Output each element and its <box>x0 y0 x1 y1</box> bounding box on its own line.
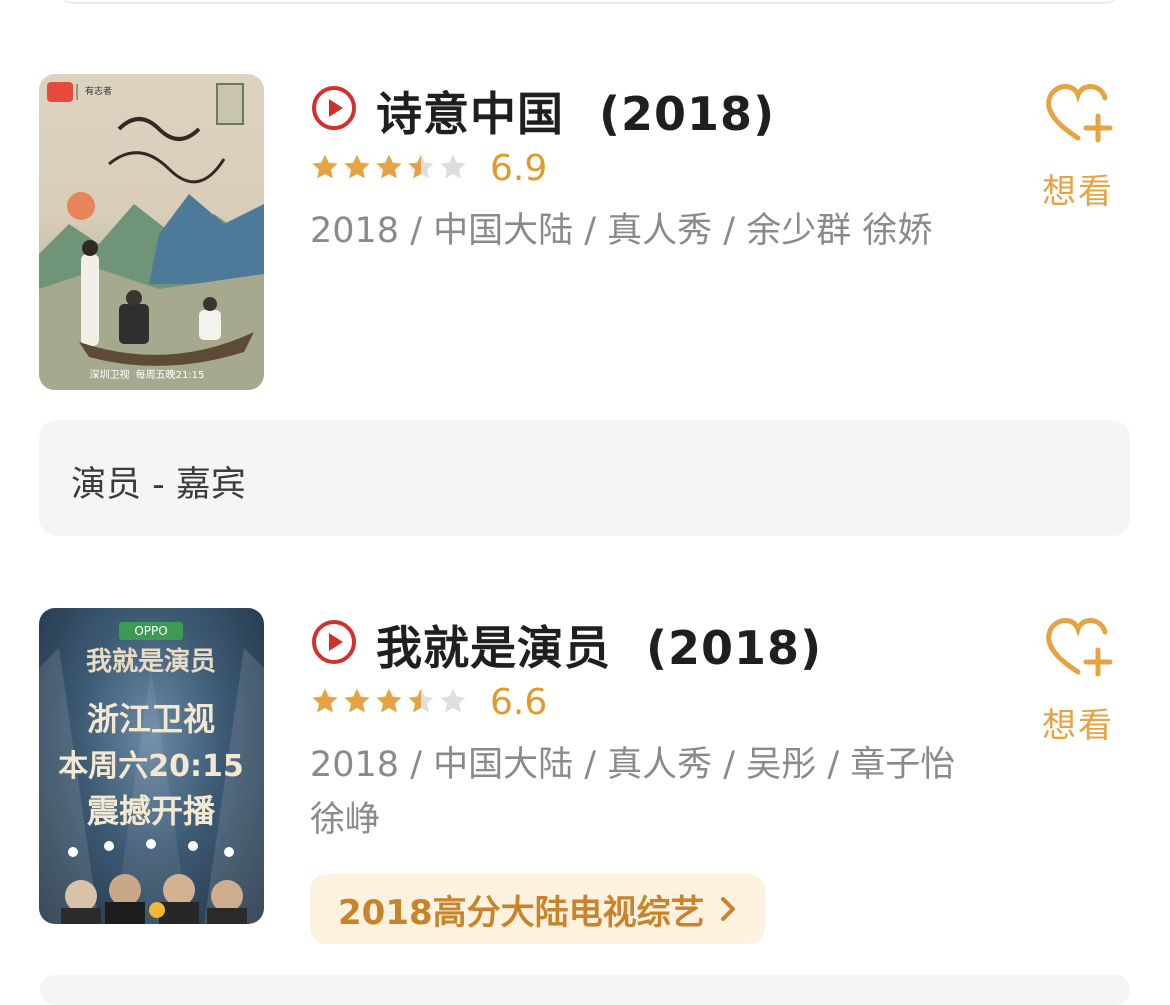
previous-card-edge <box>60 0 1118 4</box>
title-text[interactable]: 我就是演员 <box>376 621 611 675</box>
half-star-icon <box>408 688 434 713</box>
role-info-strip: 演员 - 嘉宾 <box>39 420 1130 536</box>
poster-artwork: 有志者 深圳卫视 每周五晚21:15 <box>39 82 264 390</box>
list-item[interactable]: OPPO 我就是演员 浙江卫视 本周六20:15 震撼开播 我就是演员 (201… <box>0 608 1170 944</box>
chevron-right-icon <box>720 897 735 921</box>
poster-brand-text: OPPO <box>134 624 167 638</box>
poster-artwork: OPPO 我就是演员 浙江卫视 本周六20:15 震撼开播 <box>39 622 264 924</box>
play-circle-icon[interactable] <box>310 84 358 132</box>
heart-plus-icon <box>1046 618 1113 677</box>
poster-image[interactable]: OPPO 我就是演员 浙江卫视 本周六20:15 震撼开播 <box>39 608 264 924</box>
rating-score: 6.6 <box>490 682 548 723</box>
star-icon <box>376 154 402 179</box>
star-icon <box>344 688 370 713</box>
poster-schedule-text: 深圳卫视 每周五晚21:15 <box>90 368 205 381</box>
role-label: 演员 - 嘉宾 <box>71 465 246 505</box>
poster-image[interactable]: 有志者 深圳卫视 每周五晚21:15 <box>39 74 264 390</box>
poster-channel-text: 浙江卫视 <box>87 700 215 738</box>
poster-show-title: 我就是演员 <box>86 646 216 677</box>
list-item[interactable]: 有志者 深圳卫视 每周五晚21:15 诗意中国 (2018) 6.9 2018 … <box>0 74 1170 394</box>
year-text: (2018) <box>599 87 776 141</box>
item-meta: 2018 / 中国大陆 / 真人秀 / 余少群 徐娇 <box>310 211 933 251</box>
year-text: (2018) <box>646 621 823 675</box>
star-icon <box>312 688 338 713</box>
rating-score: 6.9 <box>490 148 548 189</box>
poster-time-text: 本周六20:15 <box>58 749 244 784</box>
ranking-label[interactable]: 2018高分大陆电视综艺 <box>338 885 705 934</box>
star-icon <box>376 688 402 713</box>
empty-star-icon <box>440 154 466 179</box>
poster-premiere-text: 震撼开播 <box>87 792 216 830</box>
want-label[interactable]: 想看 <box>1038 698 1118 747</box>
star-icon <box>312 154 338 179</box>
half-star-icon <box>408 154 434 179</box>
rating-stars <box>310 152 468 182</box>
star-icon <box>344 154 370 179</box>
want-label[interactable]: 想看 <box>1038 164 1118 213</box>
want-to-watch-button[interactable]: 想看 <box>1038 616 1118 747</box>
empty-star-icon <box>440 688 466 713</box>
ranking-chip[interactable]: 2018高分大陆电视综艺 <box>310 874 765 944</box>
want-to-watch-button[interactable]: 想看 <box>1038 82 1118 213</box>
rating-stars <box>310 686 468 716</box>
next-card-edge <box>40 975 1130 1005</box>
item-meta: 2018 / 中国大陆 / 真人秀 / 吴彤 / 章子怡 徐峥 <box>310 745 956 840</box>
play-circle-icon[interactable] <box>310 618 358 666</box>
title-text[interactable]: 诗意中国 <box>376 87 564 141</box>
poster-channel-text: 有志者 <box>85 85 112 97</box>
heart-plus-icon <box>1046 84 1113 143</box>
item-title[interactable]: 诗意中国 (2018) <box>376 78 775 144</box>
item-title[interactable]: 我就是演员 (2018) <box>376 612 822 678</box>
